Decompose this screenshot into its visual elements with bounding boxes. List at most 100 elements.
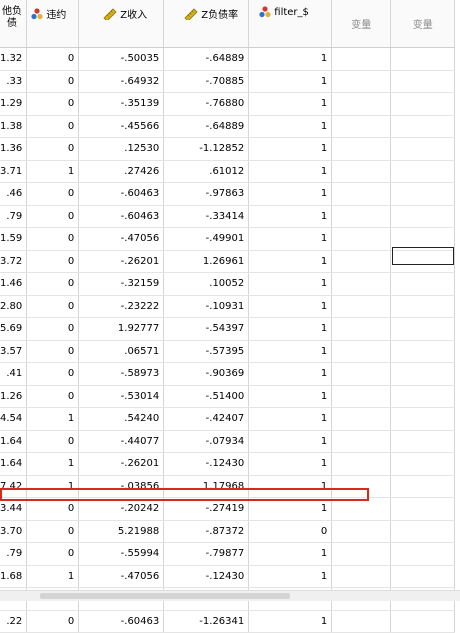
empty-cell[interactable] bbox=[331, 430, 392, 453]
table-cell[interactable]: 3.71 bbox=[0, 160, 28, 183]
empty-cell[interactable] bbox=[331, 542, 392, 566]
table-cell[interactable]: .41 bbox=[0, 362, 28, 386]
column-header-z-debt-ratio[interactable]: Z负债率 bbox=[163, 0, 250, 48]
table-cell[interactable]: 1 bbox=[248, 227, 333, 251]
empty-cell[interactable] bbox=[331, 70, 392, 93]
table-cell[interactable]: 1 bbox=[248, 92, 333, 116]
table-cell[interactable]: -.26201 bbox=[78, 452, 165, 476]
empty-cell[interactable] bbox=[390, 317, 456, 341]
table-cell[interactable]: -.57395 bbox=[163, 340, 250, 363]
empty-cell[interactable] bbox=[331, 295, 392, 318]
table-cell[interactable]: 1.26 bbox=[0, 385, 28, 408]
table-cell[interactable]: .79 bbox=[0, 205, 28, 228]
table-cell[interactable]: -.76880 bbox=[163, 92, 250, 116]
column-header-filter[interactable]: filter_$ bbox=[248, 0, 333, 48]
empty-cell[interactable] bbox=[390, 115, 456, 138]
table-cell[interactable]: 0 bbox=[26, 520, 80, 543]
table-cell[interactable]: 5.69 bbox=[0, 317, 28, 341]
table-cell[interactable]: 0 bbox=[26, 362, 80, 386]
table-cell[interactable]: 0 bbox=[26, 227, 80, 251]
empty-cell[interactable] bbox=[390, 520, 456, 543]
empty-cell[interactable] bbox=[390, 542, 456, 566]
empty-cell[interactable] bbox=[331, 385, 392, 408]
table-cell[interactable]: -.79877 bbox=[163, 542, 250, 566]
scrollbar-thumb[interactable] bbox=[40, 593, 290, 599]
empty-cell[interactable] bbox=[390, 565, 456, 588]
table-cell[interactable]: -.12430 bbox=[163, 452, 250, 476]
table-cell[interactable]: -.97863 bbox=[163, 182, 250, 206]
empty-cell[interactable] bbox=[331, 137, 392, 161]
empty-cell[interactable] bbox=[390, 452, 456, 476]
empty-cell[interactable] bbox=[331, 92, 392, 116]
table-cell[interactable]: -.47056 bbox=[78, 565, 165, 588]
table-cell[interactable]: 1 bbox=[248, 182, 333, 206]
table-cell[interactable]: 0 bbox=[26, 92, 80, 116]
table-cell[interactable]: -1.26341 bbox=[163, 610, 250, 633]
table-cell[interactable]: 1.26961 bbox=[163, 250, 250, 273]
empty-cell[interactable] bbox=[390, 92, 456, 116]
table-cell[interactable]: -.70885 bbox=[163, 70, 250, 93]
table-cell[interactable]: 0 bbox=[26, 250, 80, 273]
empty-cell[interactable] bbox=[390, 407, 456, 431]
table-cell[interactable]: .46 bbox=[0, 182, 28, 206]
empty-cell[interactable] bbox=[331, 272, 392, 296]
table-cell[interactable]: -.44077 bbox=[78, 430, 165, 453]
empty-cell[interactable] bbox=[331, 182, 392, 206]
table-cell[interactable]: -.60463 bbox=[78, 182, 165, 206]
column-header-empty-variable-1[interactable]: 变量 bbox=[331, 0, 392, 48]
table-cell[interactable]: 1 bbox=[248, 385, 333, 408]
table-cell[interactable]: 1.38 bbox=[0, 115, 28, 138]
table-cell[interactable]: 0 bbox=[26, 610, 80, 633]
empty-cell[interactable] bbox=[390, 182, 456, 206]
empty-cell[interactable] bbox=[331, 227, 392, 251]
active-cell-cursor[interactable] bbox=[392, 247, 454, 265]
empty-cell[interactable] bbox=[390, 205, 456, 228]
table-cell[interactable]: 1.68 bbox=[0, 565, 28, 588]
table-cell[interactable]: 1 bbox=[248, 295, 333, 318]
empty-cell[interactable] bbox=[390, 272, 456, 296]
table-cell[interactable]: 1 bbox=[248, 160, 333, 183]
empty-cell[interactable] bbox=[390, 362, 456, 386]
empty-cell[interactable] bbox=[390, 160, 456, 183]
table-cell[interactable]: -.07934 bbox=[163, 430, 250, 453]
table-cell[interactable]: 1.59 bbox=[0, 227, 28, 251]
table-cell[interactable]: 1 bbox=[248, 407, 333, 431]
table-cell[interactable]: -.64932 bbox=[78, 70, 165, 93]
column-header-other-debt[interactable]: 他负 债 bbox=[0, 0, 28, 48]
empty-cell[interactable] bbox=[390, 497, 456, 521]
table-cell[interactable]: -.47056 bbox=[78, 227, 165, 251]
table-cell[interactable]: 0 bbox=[26, 272, 80, 296]
table-cell[interactable]: 1 bbox=[248, 250, 333, 273]
column-header-z-income[interactable]: Z收入 bbox=[78, 0, 165, 48]
table-cell[interactable]: 0 bbox=[26, 182, 80, 206]
table-cell[interactable]: 1 bbox=[248, 205, 333, 228]
table-cell[interactable]: 0 bbox=[248, 520, 333, 543]
table-cell[interactable]: 1.32 bbox=[0, 47, 28, 71]
table-cell[interactable]: 1.64 bbox=[0, 430, 28, 453]
column-header-empty-variable-2[interactable]: 变量 bbox=[390, 0, 456, 48]
table-cell[interactable]: 0 bbox=[26, 47, 80, 71]
table-cell[interactable]: 0 bbox=[26, 70, 80, 93]
table-cell[interactable]: 0 bbox=[26, 317, 80, 341]
empty-cell[interactable] bbox=[331, 520, 392, 543]
table-cell[interactable]: 1.36 bbox=[0, 137, 28, 161]
table-cell[interactable]: -.49901 bbox=[163, 227, 250, 251]
table-cell[interactable]: -.53014 bbox=[78, 385, 165, 408]
empty-cell[interactable] bbox=[390, 295, 456, 318]
table-cell[interactable]: .33 bbox=[0, 70, 28, 93]
table-cell[interactable]: 0 bbox=[26, 340, 80, 363]
table-cell[interactable]: 3.70 bbox=[0, 520, 28, 543]
empty-cell[interactable] bbox=[331, 610, 392, 633]
table-cell[interactable]: .61012 bbox=[163, 160, 250, 183]
empty-cell[interactable] bbox=[331, 250, 392, 273]
table-cell[interactable]: -.42407 bbox=[163, 407, 250, 431]
table-cell[interactable]: 1 bbox=[248, 47, 333, 71]
table-cell[interactable]: 3.57 bbox=[0, 340, 28, 363]
table-cell[interactable]: 0 bbox=[26, 137, 80, 161]
table-cell[interactable]: -1.12852 bbox=[163, 137, 250, 161]
table-cell[interactable]: 1 bbox=[248, 272, 333, 296]
empty-cell[interactable] bbox=[331, 407, 392, 431]
table-cell[interactable]: 0 bbox=[26, 385, 80, 408]
table-cell[interactable]: 1 bbox=[248, 317, 333, 341]
table-cell[interactable]: 4.54 bbox=[0, 407, 28, 431]
